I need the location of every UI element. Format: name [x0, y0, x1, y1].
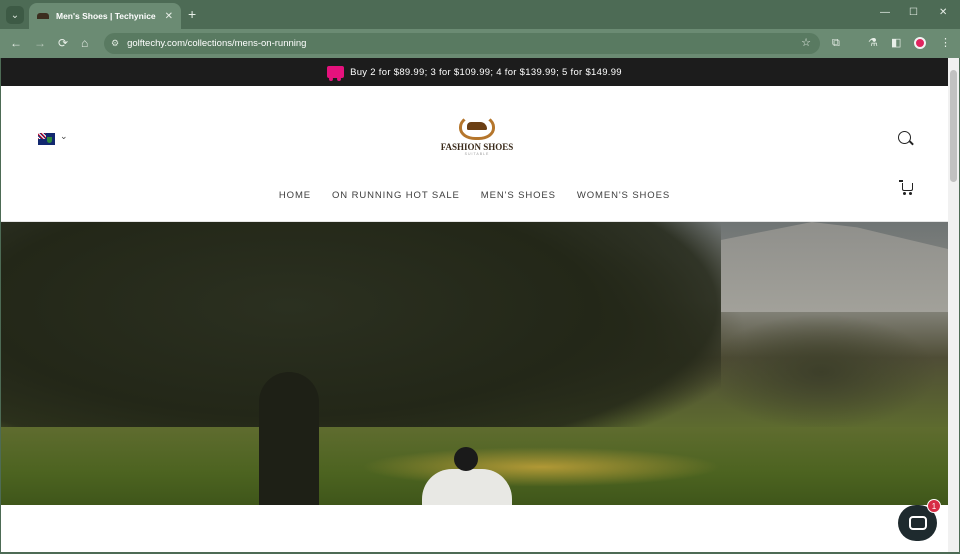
nav-item-on-running-hot-sale[interactable]: ON RUNNING HOT SALE	[332, 190, 460, 201]
announcement-text: Buy 2 for $89.99; 3 for $109.99; 4 for $…	[350, 66, 622, 78]
search-icon[interactable]	[898, 131, 911, 144]
profile-avatar[interactable]	[914, 37, 926, 49]
side-panel-icon[interactable]: ◧	[891, 36, 901, 50]
address-bar[interactable]: ⚙ golftechy.com/collections/mens-on-runn…	[104, 33, 820, 54]
nav-item-mens-shoes[interactable]: MEN'S SHOES	[481, 190, 556, 201]
reload-button[interactable]: ⟳	[58, 36, 68, 50]
country-flag-icon[interactable]	[38, 133, 55, 145]
url-text[interactable]: golftechy.com/collections/mens-on-runnin…	[127, 38, 306, 49]
labs-icon[interactable]: ⚗	[868, 36, 878, 50]
browser-tab-strip: ⌄ Men's Shoes | Techynice ✕ + — ☐ ✕	[0, 0, 960, 29]
hero-banner-image	[1, 222, 948, 505]
site-info-icon[interactable]: ⚙	[111, 38, 119, 49]
browser-tab[interactable]: Men's Shoes | Techynice ✕	[29, 3, 181, 29]
favicon-icon	[37, 13, 49, 19]
home-button[interactable]: ⌂	[81, 36, 88, 50]
close-icon[interactable]: ✕	[165, 11, 173, 22]
maximize-button[interactable]: ☐	[909, 7, 918, 18]
new-tab-button[interactable]: +	[188, 6, 196, 22]
announcement-bar: Buy 2 for $89.99; 3 for $109.99; 4 for $…	[1, 58, 948, 86]
extensions-icon[interactable]: ⧉	[832, 36, 840, 50]
truck-icon	[327, 66, 345, 81]
tab-list-button[interactable]: ⌄	[6, 6, 24, 24]
forward-button[interactable]: →	[34, 36, 46, 50]
logo-name: FASHION SHOES	[440, 142, 514, 152]
scrollbar-thumb[interactable]	[950, 70, 957, 182]
shoe-logo-icon	[459, 114, 495, 140]
site-header: ⌄ FASHION SHOES SUITABLE HOME ON RUNNING…	[1, 86, 948, 222]
logo-tagline: SUITABLE	[464, 152, 490, 156]
site-logo[interactable]: FASHION SHOES SUITABLE	[437, 114, 517, 164]
nav-item-home[interactable]: HOME	[279, 190, 311, 201]
chat-bubble-icon	[908, 516, 927, 530]
page-scrollbar[interactable]	[948, 58, 959, 552]
back-button[interactable]: ←	[10, 36, 22, 50]
tab-title: Men's Shoes | Techynice	[56, 11, 156, 21]
chevron-down-icon: ⌄	[10, 9, 20, 21]
main-nav: HOME ON RUNNING HOT SALE MEN'S SHOES WOM…	[1, 190, 948, 201]
chat-notification-badge: 1	[927, 499, 941, 513]
minimize-button[interactable]: —	[880, 7, 890, 18]
golfer-figure	[422, 447, 512, 505]
page-viewport: Buy 2 for $89.99; 3 for $109.99; 4 for $…	[1, 58, 948, 552]
browser-toolbar: ← → ⟳ ⌂ ⚙ golftechy.com/collections/mens…	[0, 29, 960, 58]
nav-item-womens-shoes[interactable]: WOMEN'S SHOES	[577, 190, 670, 201]
browser-menu-icon[interactable]: ⋮	[940, 36, 951, 50]
bookmark-star-icon[interactable]: ☆	[801, 36, 811, 49]
window-close-button[interactable]: ✕	[939, 7, 947, 18]
chevron-down-icon[interactable]: ⌄	[60, 131, 68, 142]
